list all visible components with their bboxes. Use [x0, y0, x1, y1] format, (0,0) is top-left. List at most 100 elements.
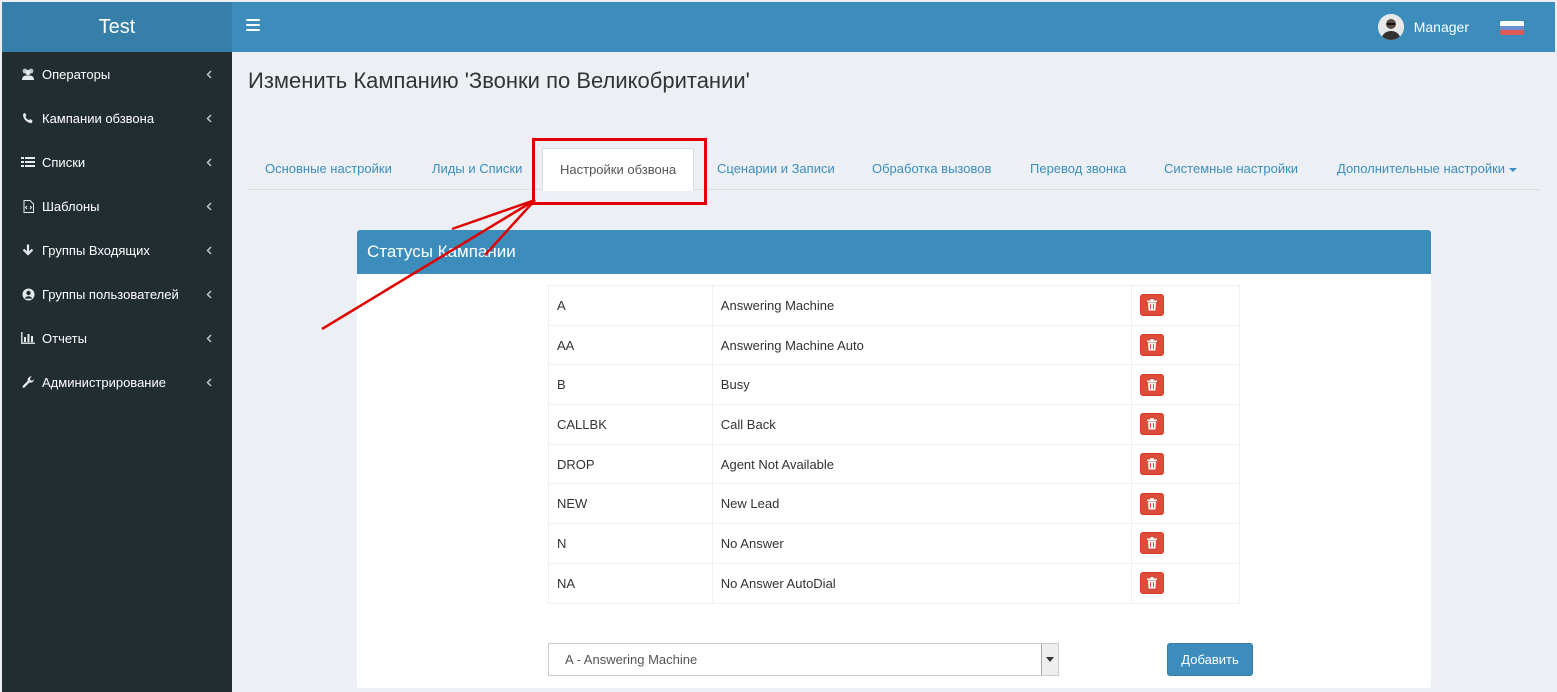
- tab-basic-settings[interactable]: Основные настройки: [248, 148, 409, 190]
- tab-dialing-settings[interactable]: Настройки обзвона: [542, 148, 695, 191]
- campaign-statuses-panel: Статусы Кампании A Answering Machine AA …: [357, 230, 1431, 688]
- status-actions: [1131, 404, 1240, 445]
- sidebar-item-administration[interactable]: Администрирование: [2, 360, 232, 404]
- chevron-left-icon: [204, 157, 214, 167]
- status-description: Agent Not Available: [711, 443, 1133, 485]
- status-description: Call Back: [711, 404, 1133, 445]
- top-navbar: Manager: [232, 2, 1555, 52]
- status-description: No Answer AutoDial: [711, 562, 1133, 604]
- sidebar-item-reports[interactable]: Отчеты: [2, 316, 232, 360]
- delete-button[interactable]: [1140, 453, 1165, 476]
- tab-additional-settings[interactable]: Дополнительные настройки: [1320, 148, 1534, 190]
- status-actions: [1131, 562, 1240, 604]
- status-code: AA: [548, 324, 713, 366]
- bar-chart-icon: [20, 331, 36, 345]
- sidebar-item-label: Группы пользователей: [42, 286, 179, 302]
- status-description: No Answer: [711, 523, 1133, 564]
- sidebar-menu: Операторы Кампании обзвона Списки Шаблон…: [2, 52, 232, 404]
- sidebar-item-label: Отчеты: [42, 330, 87, 346]
- sidebar-item-label: Группы Входящих: [42, 242, 150, 258]
- table-row: AA Answering Machine Auto: [548, 324, 1240, 366]
- app-logo[interactable]: Test: [2, 2, 232, 52]
- phone-icon: [20, 111, 36, 125]
- status-actions: [1131, 483, 1240, 525]
- status-actions: [1131, 324, 1240, 366]
- status-code: NA: [548, 562, 713, 604]
- tab-call-transfer[interactable]: Перевод звонка: [1013, 148, 1143, 190]
- status-code: A: [548, 285, 713, 326]
- chevron-left-icon: [204, 69, 214, 79]
- trash-icon: [1147, 497, 1158, 510]
- page-title: Изменить Кампанию 'Звонки по Великобрита…: [248, 68, 750, 93]
- status-code: NEW: [548, 483, 713, 525]
- sidebar-item-user-groups[interactable]: Группы пользователей: [2, 272, 232, 316]
- status-actions: [1131, 523, 1240, 564]
- hamburger-menu-icon[interactable]: [246, 19, 260, 33]
- settings-tabs: Основные настройки Лиды и Списки Настрой…: [248, 148, 1540, 191]
- table-row: NA No Answer AutoDial: [548, 562, 1240, 604]
- sidebar-item-lists[interactable]: Списки: [2, 140, 232, 184]
- status-description: Answering Machine Auto: [711, 324, 1133, 366]
- sidebar-item-label: Операторы: [42, 66, 111, 82]
- delete-button[interactable]: [1140, 373, 1165, 396]
- trash-icon: [1147, 299, 1158, 311]
- sidebar-item-campaigns[interactable]: Кампании обзвона: [2, 96, 232, 140]
- status-code: CALLBK: [548, 404, 713, 445]
- status-description: New Lead: [711, 483, 1133, 525]
- status-actions: [1131, 285, 1240, 326]
- delete-button[interactable]: [1140, 334, 1165, 357]
- status-code: DROP: [548, 443, 713, 485]
- delete-button[interactable]: [1140, 492, 1165, 515]
- sidebar-item-label: Администрирование: [42, 374, 166, 390]
- status-table: A Answering Machine AA Answering Machine…: [548, 285, 1240, 604]
- sidebar-item-templates[interactable]: Шаблоны: [2, 184, 232, 228]
- language-flag-icon[interactable]: [1500, 21, 1524, 35]
- chevron-left-icon: [204, 113, 214, 123]
- chevron-left-icon: [204, 245, 214, 255]
- status-select-value: A - Answering Machine: [565, 652, 698, 667]
- table-row: B Busy: [548, 364, 1240, 406]
- delete-button[interactable]: [1140, 294, 1165, 317]
- tab-label: Дополнительные настройки: [1337, 161, 1506, 176]
- tab-call-handling[interactable]: Обработка вызовов: [855, 148, 1008, 190]
- sidebar-item-label: Шаблоны: [42, 198, 100, 214]
- delete-button[interactable]: [1140, 413, 1165, 436]
- trash-icon: [1147, 418, 1158, 430]
- table-row: A Answering Machine: [548, 285, 1240, 326]
- list-icon: [20, 155, 36, 169]
- user-name: Manager: [1413, 19, 1469, 35]
- chevron-left-icon: [204, 333, 214, 343]
- user-menu[interactable]: Manager: [1377, 14, 1469, 40]
- panel-title: Статусы Кампании: [357, 230, 1431, 274]
- trash-icon: [1147, 577, 1158, 589]
- sidebar-item-label: Списки: [42, 154, 86, 170]
- avatar: [1377, 14, 1404, 40]
- sidebar-item-inbound-groups[interactable]: Группы Входящих: [2, 228, 232, 272]
- tab-leads-lists[interactable]: Лиды и Списки: [415, 148, 539, 190]
- status-actions: [1131, 364, 1240, 406]
- chevron-left-icon: [204, 289, 214, 299]
- trash-icon: [1147, 537, 1158, 549]
- status-select[interactable]: A - Answering Machine: [548, 643, 1059, 676]
- tab-scripts-recordings[interactable]: Сценарии и Записи: [700, 148, 852, 190]
- caret-down-icon: [1509, 167, 1518, 172]
- user-circle-icon: [20, 287, 36, 301]
- sidebar-item-operators[interactable]: Операторы: [2, 52, 232, 96]
- delete-button[interactable]: [1140, 572, 1165, 595]
- tab-system-settings[interactable]: Системные настройки: [1147, 148, 1315, 190]
- sidebar: Test Операторы Кампании обзвона Списки Ш…: [2, 2, 232, 692]
- status-code: N: [548, 523, 713, 564]
- wrench-icon: [20, 375, 36, 389]
- arrow-down-icon: [20, 243, 36, 257]
- add-status-button[interactable]: Добавить: [1167, 643, 1253, 676]
- trash-icon: [1147, 458, 1158, 470]
- table-row: N No Answer: [548, 523, 1240, 564]
- trash-icon: [1147, 378, 1158, 391]
- table-row: DROP Agent Not Available: [548, 443, 1240, 485]
- dropdown-arrow-icon[interactable]: [1041, 644, 1058, 675]
- users-icon: [20, 67, 36, 81]
- sidebar-item-label: Кампании обзвона: [42, 110, 155, 126]
- trash-icon: [1147, 339, 1158, 351]
- status-description: Answering Machine: [711, 285, 1133, 326]
- delete-button[interactable]: [1140, 532, 1165, 555]
